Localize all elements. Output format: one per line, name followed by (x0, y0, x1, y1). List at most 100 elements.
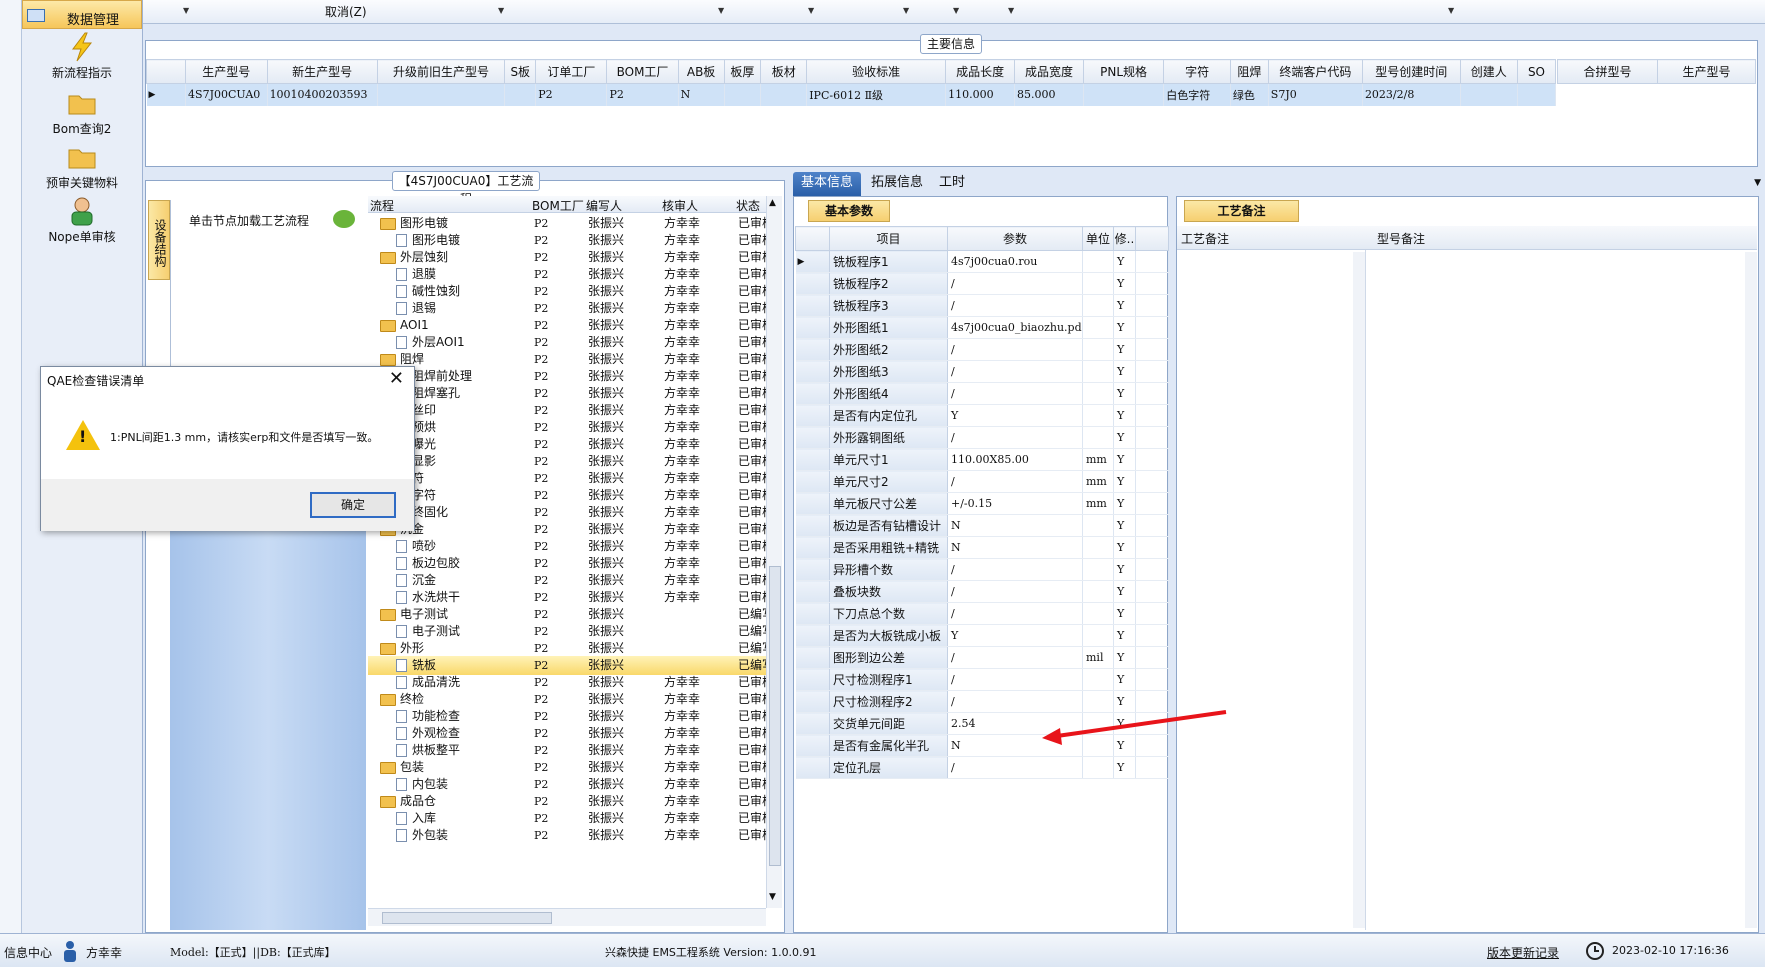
column-header[interactable]: 阻焊 (1229, 59, 1269, 84)
param-value[interactable]: Y (947, 404, 1083, 427)
table-cell[interactable]: 110.000 (945, 83, 1016, 106)
param-flag[interactable]: Y (1113, 668, 1136, 691)
notes-scrollbar[interactable] (1745, 252, 1757, 928)
param-value[interactable]: / (947, 602, 1083, 625)
param-value[interactable]: / (947, 426, 1083, 449)
param-value[interactable]: / (947, 580, 1083, 603)
param-value[interactable]: / (947, 360, 1083, 383)
param-unit[interactable] (1082, 558, 1114, 581)
column-header[interactable]: 编写人 (586, 197, 622, 214)
param-flag[interactable]: Y (1113, 580, 1136, 603)
param-value[interactable]: / (947, 668, 1083, 691)
table-cell[interactable] (1083, 83, 1165, 106)
dropdown-arrow-icon[interactable]: ▼ (953, 6, 959, 15)
param-value[interactable]: 4s7j00cua0_biaozhu.pdf (947, 316, 1083, 339)
nav-item-nope-review[interactable]: Nope单审核 (22, 196, 142, 245)
column-header[interactable]: 订单工厂 (535, 59, 608, 84)
nav-item-new-process[interactable]: 新流程指示 (22, 32, 142, 81)
column-header[interactable]: AB板 (677, 59, 725, 84)
param-value[interactable]: / (947, 646, 1083, 669)
dropdown-arrow-icon[interactable]: ▼ (1448, 6, 1454, 15)
dropdown-arrow-icon[interactable]: ▼ (1008, 6, 1014, 15)
column-header[interactable]: 成品宽度 (1014, 59, 1084, 84)
param-value[interactable]: / (947, 272, 1083, 295)
param-unit[interactable] (1082, 404, 1114, 427)
dropdown-arrow-icon[interactable]: ▼ (808, 6, 814, 15)
table-cell[interactable]: 白色字符 (1163, 83, 1231, 106)
column-header[interactable]: 终端客户代码 (1267, 59, 1363, 84)
column-header[interactable]: 修.. (1113, 226, 1136, 251)
nav-item-prereview-materials[interactable]: 预审关键物料 (22, 142, 142, 191)
param-row[interactable]: 外形图纸4/ Y (795, 382, 1169, 405)
param-flag[interactable]: Y (1113, 294, 1136, 317)
param-value[interactable]: / (947, 470, 1083, 493)
param-unit[interactable] (1082, 272, 1114, 295)
table-cell[interactable] (760, 83, 808, 106)
param-value[interactable]: N (947, 514, 1083, 537)
param-flag[interactable]: Y (1113, 360, 1136, 383)
param-value[interactable]: 110.00X85.00 (947, 448, 1083, 471)
param-value[interactable]: / (947, 558, 1083, 581)
notes-scrollbar[interactable] (1353, 252, 1365, 928)
column-header[interactable]: 板材 (760, 59, 808, 84)
param-flag[interactable]: Y (1113, 338, 1136, 361)
tree-row[interactable]: 外包装 P2 张振兴 方幸幸 已审核 (368, 826, 766, 845)
param-row[interactable]: 板边是否有钻槽设计 N Y (795, 514, 1169, 537)
dropdown-arrow-icon[interactable]: ▼ (903, 6, 909, 15)
cancel-button[interactable]: 取消(Z) (325, 3, 367, 20)
param-flag[interactable]: Y (1113, 272, 1136, 295)
column-header[interactable]: SO (1516, 59, 1557, 84)
param-unit[interactable] (1082, 514, 1114, 537)
table-cell[interactable] (1460, 83, 1518, 106)
nav-item-bom-query[interactable]: Bom查询2 (22, 88, 142, 137)
param-flag[interactable]: Y (1113, 470, 1136, 493)
param-value[interactable]: / (947, 294, 1083, 317)
param-row[interactable]: 叠板块数 / Y (795, 580, 1169, 603)
param-row[interactable]: 异形槽个数 / Y (795, 558, 1169, 581)
tab-basic-info[interactable]: 基本信息 (793, 172, 862, 196)
param-unit[interactable] (1082, 338, 1114, 361)
param-unit[interactable] (1082, 426, 1114, 449)
param-flag[interactable]: Y (1113, 382, 1136, 405)
param-value[interactable]: / (947, 756, 1083, 779)
param-row[interactable]: 外形图纸2/ Y (795, 338, 1169, 361)
param-flag[interactable]: Y (1113, 250, 1136, 273)
column-header[interactable]: 项目 (829, 226, 948, 251)
process-tree-grid[interactable]: 流程 BOM工厂 编写人 核审人 状态 图形电镀P2张振兴方幸幸已审核图形电镀P… (368, 196, 766, 908)
param-unit[interactable] (1082, 624, 1114, 647)
param-flag[interactable]: Y (1113, 514, 1136, 537)
dropdown-arrow-icon[interactable]: ▼ (498, 6, 504, 15)
table-cell[interactable] (1517, 83, 1557, 106)
column-header[interactable]: 合拼型号 (1557, 59, 1658, 84)
param-row[interactable]: 外形图纸3/ Y (795, 360, 1169, 383)
param-value[interactable]: 4s7j00cua0.rou (947, 250, 1083, 273)
param-flag[interactable]: Y (1113, 558, 1136, 581)
column-header[interactable]: BOM工厂 (606, 59, 679, 84)
table-cell[interactable]: 10010400203593 (267, 83, 378, 106)
scrollbar-thumb[interactable] (382, 912, 552, 924)
scrollbar-thumb[interactable] (769, 566, 781, 866)
param-row[interactable]: 铣板程序2/ Y (795, 272, 1169, 295)
scroll-down-icon[interactable]: ▼ (769, 892, 776, 902)
table-cell[interactable]: P2 (535, 83, 608, 106)
param-value[interactable]: / (947, 338, 1083, 361)
ok-button[interactable]: 确定 (310, 492, 396, 518)
param-flag[interactable]: Y (1113, 646, 1136, 669)
column-header[interactable]: 板厚 (723, 59, 762, 84)
table-cell[interactable]: 85.000 (1014, 83, 1084, 106)
param-value[interactable]: Y (947, 624, 1083, 647)
param-row[interactable]: 图形到边公差 / mil Y (795, 646, 1169, 669)
column-header[interactable]: S板 (504, 59, 537, 84)
column-header[interactable]: 单位 (1082, 226, 1114, 251)
param-unit[interactable] (1082, 602, 1114, 625)
param-row[interactable]: 是否有内定位孔 Y Y (795, 404, 1169, 427)
param-row[interactable]: 尺寸检测程序1/ Y (795, 668, 1169, 691)
param-unit[interactable] (1082, 316, 1114, 339)
dropdown-arrow-icon[interactable]: ▼ (183, 6, 189, 15)
param-flag[interactable]: Y (1113, 756, 1136, 779)
column-header[interactable]: 工艺备注 (1181, 230, 1229, 247)
param-unit[interactable]: mm (1082, 492, 1114, 515)
column-header[interactable]: 生产型号 (185, 59, 268, 84)
param-row[interactable]: 定位孔层 / Y (795, 756, 1169, 779)
param-row[interactable]: 单元尺寸1 110.00X85.00 mm Y (795, 448, 1169, 471)
